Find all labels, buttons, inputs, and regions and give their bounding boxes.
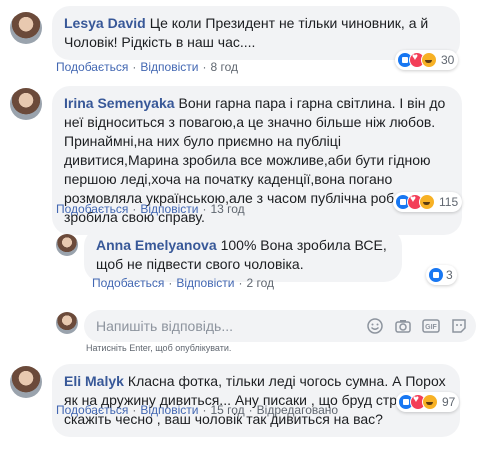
timestamp[interactable]: 8 год [210, 60, 238, 74]
reply-input[interactable] [96, 318, 356, 334]
haha-reaction-icon [422, 394, 438, 410]
avatar[interactable] [56, 234, 78, 256]
camera-icon[interactable] [394, 317, 412, 335]
avatar[interactable] [10, 88, 42, 120]
reaction-count: 97 [442, 395, 456, 409]
reply-link[interactable]: Відповісти [140, 403, 198, 417]
svg-text:GIF: GIF [425, 324, 437, 331]
reply-link[interactable]: Відповісти [140, 202, 198, 216]
timestamp[interactable]: 13 год [210, 202, 244, 216]
gif-icon[interactable]: GIF [422, 317, 440, 335]
like-link[interactable]: Подобається [56, 403, 128, 417]
reply-input-box[interactable]: GIF [84, 310, 476, 342]
avatar[interactable] [10, 12, 42, 44]
haha-reaction-icon [419, 194, 435, 210]
haha-reaction-icon [421, 52, 437, 68]
reaction-count: 3 [446, 268, 453, 282]
comment-author[interactable]: Anna Emelyanova [96, 237, 217, 253]
like-link[interactable]: Подобається [56, 202, 128, 216]
reactions-summary[interactable]: 3 [426, 265, 457, 285]
comment-actions: Подобається · Відповісти · 13 год [56, 202, 245, 216]
avatar[interactable] [10, 366, 42, 398]
reply-link[interactable]: Відповісти [140, 60, 198, 74]
comment-bubble: Anna Emelyanova 100% Вона зробила ВСЕ, що… [84, 228, 402, 282]
like-link[interactable]: Подобається [92, 276, 164, 290]
comment-author[interactable]: Irina Semenyaka [64, 95, 175, 111]
comment-actions: Подобається · Відповісти · 15 год · Відредагов… [56, 403, 339, 417]
timestamp[interactable]: 2 год [246, 276, 274, 290]
reactions-summary[interactable]: 30 [395, 50, 459, 70]
reaction-count: 115 [439, 195, 459, 209]
reply-hint: Натисніть Enter, щоб опублікувати. [86, 343, 232, 353]
comment-actions: Подобається · Відповісти · 8 год [56, 60, 238, 74]
reaction-count: 30 [441, 53, 455, 67]
reactions-summary[interactable]: 115 [393, 192, 463, 212]
reactions-summary[interactable]: 97 [396, 392, 460, 412]
like-reaction-icon [428, 267, 444, 283]
reply-link[interactable]: Відповісти [176, 276, 234, 290]
like-link[interactable]: Подобається [56, 60, 128, 74]
current-user-avatar [56, 312, 78, 334]
edited-label[interactable]: Відредаговано [257, 403, 338, 417]
timestamp[interactable]: 15 год [210, 403, 244, 417]
comment-author[interactable]: Lesya David [64, 15, 146, 31]
comment-actions: Подобається · Відповісти · 2 год [92, 276, 274, 290]
sticker-icon[interactable] [450, 317, 468, 335]
comment-author[interactable]: Eli Malyk [64, 373, 124, 389]
emoji-icon[interactable] [366, 317, 384, 335]
